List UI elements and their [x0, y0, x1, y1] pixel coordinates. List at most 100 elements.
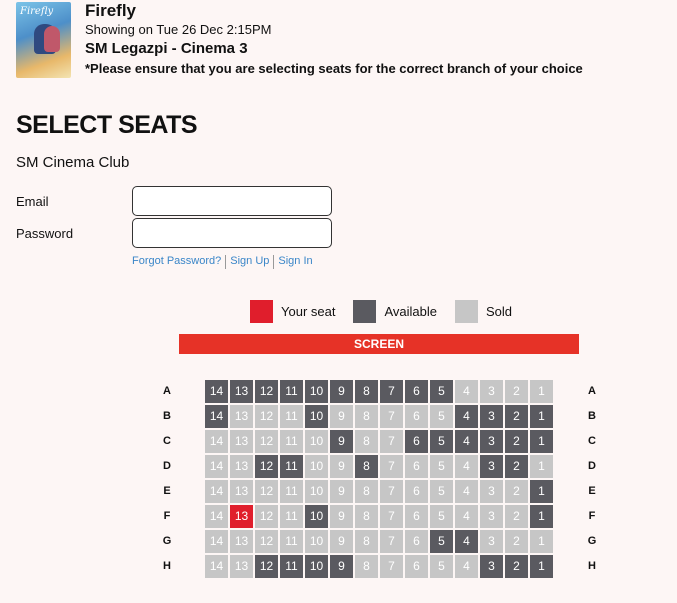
seat-c2[interactable]: 2	[505, 430, 528, 453]
seat-f14: 14	[205, 505, 228, 528]
forgot-password-link[interactable]: Forgot Password?	[132, 255, 221, 269]
seat-f4: 4	[455, 505, 478, 528]
your-seat-label: Your seat	[281, 304, 336, 319]
row-label-a-left: A	[163, 385, 171, 397]
seat-a5[interactable]: 5	[430, 380, 453, 403]
seat-d2[interactable]: 2	[505, 455, 528, 478]
seat-h11[interactable]: 11	[280, 555, 303, 578]
seat-c1[interactable]: 1	[530, 430, 553, 453]
seat-g14: 14	[205, 530, 228, 553]
seat-f2: 2	[505, 505, 528, 528]
seat-g11: 11	[280, 530, 303, 553]
seat-b3[interactable]: 3	[480, 405, 503, 428]
page-title: SELECT SEATS	[16, 111, 198, 139]
seat-b4[interactable]: 4	[455, 405, 478, 428]
row-label-g-left: G	[162, 535, 172, 547]
seat-e1[interactable]: 1	[530, 480, 553, 503]
seat-d7: 7	[380, 455, 403, 478]
seat-h2[interactable]: 2	[505, 555, 528, 578]
seat-f7: 7	[380, 505, 403, 528]
seat-a4: 4	[455, 380, 478, 403]
email-label: Email	[16, 194, 49, 209]
seat-b14[interactable]: 14	[205, 405, 228, 428]
seat-d11[interactable]: 11	[280, 455, 303, 478]
seat-h1[interactable]: 1	[530, 555, 553, 578]
seat-b11: 11	[280, 405, 303, 428]
seat-d8[interactable]: 8	[355, 455, 378, 478]
seat-f8: 8	[355, 505, 378, 528]
seat-h3[interactable]: 3	[480, 555, 503, 578]
branch-warning: *Please ensure that you are selecting se…	[85, 61, 583, 76]
row-label-h-right: H	[588, 560, 596, 572]
seat-c9[interactable]: 9	[330, 430, 353, 453]
seat-e4: 4	[455, 480, 478, 503]
row-label-e-right: E	[588, 485, 596, 497]
seat-h12[interactable]: 12	[255, 555, 278, 578]
seat-c6[interactable]: 6	[405, 430, 428, 453]
seat-a9[interactable]: 9	[330, 380, 353, 403]
seat-b8: 8	[355, 405, 378, 428]
seat-e10: 10	[305, 480, 328, 503]
seat-g9: 9	[330, 530, 353, 553]
seat-c8: 8	[355, 430, 378, 453]
seat-d13: 13	[230, 455, 253, 478]
seat-e6: 6	[405, 480, 428, 503]
available-label: Available	[384, 304, 437, 319]
seat-c5[interactable]: 5	[430, 430, 453, 453]
row-label-c-left: C	[163, 435, 171, 447]
seat-h13: 13	[230, 555, 253, 578]
seat-g5[interactable]: 5	[430, 530, 453, 553]
seat-c4[interactable]: 4	[455, 430, 478, 453]
seat-d1: 1	[530, 455, 553, 478]
sign-in-link[interactable]: Sign In	[278, 255, 312, 269]
seat-f13[interactable]: 13	[230, 505, 253, 528]
seat-a6[interactable]: 6	[405, 380, 428, 403]
seat-h9[interactable]: 9	[330, 555, 353, 578]
seat-g6: 6	[405, 530, 428, 553]
seat-a11[interactable]: 11	[280, 380, 303, 403]
seat-a8[interactable]: 8	[355, 380, 378, 403]
seat-e9: 9	[330, 480, 353, 503]
seat-b9: 9	[330, 405, 353, 428]
seat-g4[interactable]: 4	[455, 530, 478, 553]
movie-poster: Firefly	[16, 2, 71, 78]
your-seat-swatch	[250, 300, 273, 323]
seat-f11: 11	[280, 505, 303, 528]
seat-e2: 2	[505, 480, 528, 503]
seat-a12[interactable]: 12	[255, 380, 278, 403]
club-title: SM Cinema Club	[16, 154, 130, 171]
seat-d9: 9	[330, 455, 353, 478]
seat-f6: 6	[405, 505, 428, 528]
seat-e8: 8	[355, 480, 378, 503]
seat-c10: 10	[305, 430, 328, 453]
password-field[interactable]	[132, 218, 332, 248]
seat-b10[interactable]: 10	[305, 405, 328, 428]
seat-c3[interactable]: 3	[480, 430, 503, 453]
seat-g2: 2	[505, 530, 528, 553]
password-label: Password	[16, 226, 74, 241]
seat-g1: 1	[530, 530, 553, 553]
seat-e5: 5	[430, 480, 453, 503]
seat-a7[interactable]: 7	[380, 380, 403, 403]
seat-d12[interactable]: 12	[255, 455, 278, 478]
seat-g8: 8	[355, 530, 378, 553]
seat-a13[interactable]: 13	[230, 380, 253, 403]
seat-a14[interactable]: 14	[205, 380, 228, 403]
seat-f10[interactable]: 10	[305, 505, 328, 528]
seat-b6: 6	[405, 405, 428, 428]
seat-h4: 4	[455, 555, 478, 578]
seat-e13: 13	[230, 480, 253, 503]
seat-c7: 7	[380, 430, 403, 453]
sold-swatch	[454, 300, 478, 323]
seat-d14: 14	[205, 455, 228, 478]
seat-d3[interactable]: 3	[480, 455, 503, 478]
seat-f1[interactable]: 1	[530, 505, 553, 528]
seat-a10[interactable]: 10	[305, 380, 328, 403]
seat-b2[interactable]: 2	[505, 405, 528, 428]
email-field[interactable]	[132, 186, 332, 216]
seat-b1[interactable]: 1	[530, 405, 553, 428]
seat-h10[interactable]: 10	[305, 555, 328, 578]
sign-up-link[interactable]: Sign Up	[230, 255, 269, 269]
poster-title: Firefly	[20, 6, 54, 17]
seat-d4: 4	[455, 455, 478, 478]
